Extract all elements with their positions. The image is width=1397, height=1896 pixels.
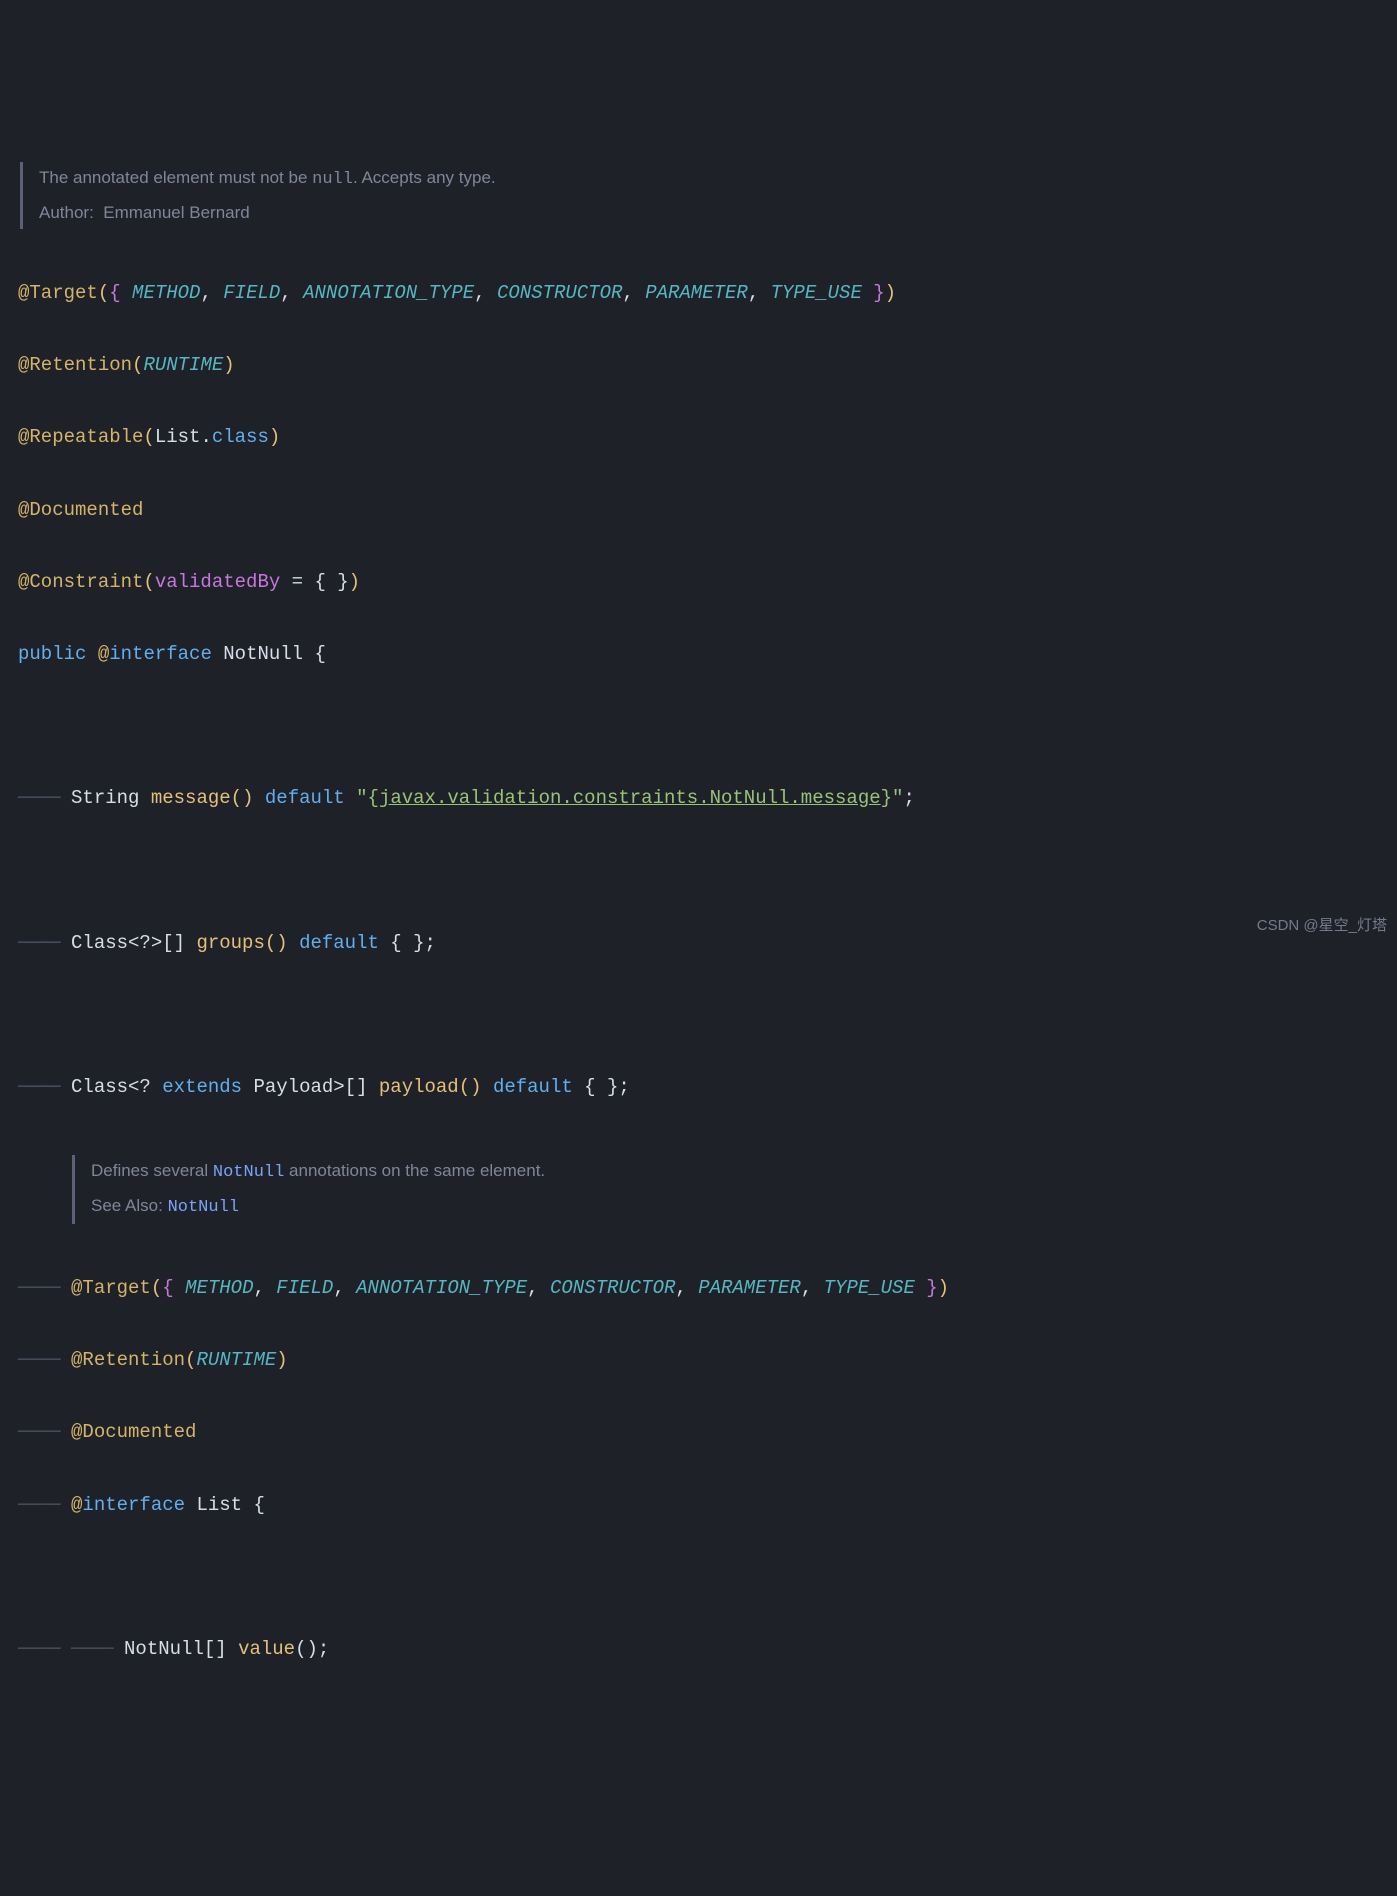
watermark: CSDN @星空_灯塔 [1257, 912, 1387, 941]
line-message: ──── String message() default "{javax.va… [18, 780, 1379, 816]
fold-icon[interactable]: ──── [18, 1349, 60, 1371]
javadoc-code-null: null [312, 170, 353, 189]
inner-line-documented: ──── @Documented [18, 1414, 1379, 1450]
line-retention: @Retention(RUNTIME) [18, 347, 1379, 383]
inner-line-value: ──── ──── NotNull[] value(); [18, 1631, 1379, 1667]
blank-4 [18, 1559, 1379, 1595]
inner-doc-desc: Defines several NotNull annotations on t… [91, 1155, 1379, 1189]
fold-icon[interactable]: ──── [18, 787, 60, 809]
javadoc-inner: Defines several NotNull annotations on t… [72, 1155, 1379, 1224]
fold-icon[interactable]: ──── [18, 1421, 60, 1443]
javadoc-top: The annotated element must not be null. … [20, 162, 1379, 229]
line-target: @Target({ METHOD, FIELD, ANNOTATION_TYPE… [18, 275, 1379, 311]
blank-3 [18, 997, 1379, 1033]
fold-icon[interactable]: ──── [18, 1494, 60, 1516]
javadoc-author: Author: Emmanuel Bernard [39, 197, 1379, 229]
line-payload: ──── Class<? extends Payload>[] payload(… [18, 1069, 1379, 1105]
message-key-link[interactable]: javax.validation.constraints.NotNull.mes… [379, 787, 881, 809]
line-documented: @Documented [18, 492, 1379, 528]
fold-icon[interactable]: ──── [18, 1277, 60, 1299]
inner-doc-notnull-ref[interactable]: NotNull [213, 1163, 284, 1182]
seealso-link[interactable]: NotNull [168, 1198, 239, 1217]
fold-icon[interactable]: ──── [71, 1638, 113, 1660]
inner-line-retention: ──── @Retention(RUNTIME) [18, 1342, 1379, 1378]
line-constraint: @Constraint(validatedBy = { }) [18, 564, 1379, 600]
line-repeatable: @Repeatable(List.class) [18, 419, 1379, 455]
fold-icon[interactable]: ──── [18, 1638, 60, 1660]
javadoc-description: The annotated element must not be null. … [39, 162, 1379, 196]
line-decl: public @interface NotNull { [18, 636, 1379, 672]
blank-1 [18, 708, 1379, 744]
fold-icon[interactable]: ──── [18, 1076, 60, 1098]
line-groups: ──── Class<?>[] groups() default { }; [18, 925, 1379, 961]
fold-icon[interactable]: ──── [18, 932, 60, 954]
blank-2 [18, 853, 1379, 889]
inner-line-decl: ──── @interface List { [18, 1487, 1379, 1523]
inner-line-target: ──── @Target({ METHOD, FIELD, ANNOTATION… [18, 1270, 1379, 1306]
inner-doc-seealso: See Also: NotNull [91, 1190, 1379, 1224]
